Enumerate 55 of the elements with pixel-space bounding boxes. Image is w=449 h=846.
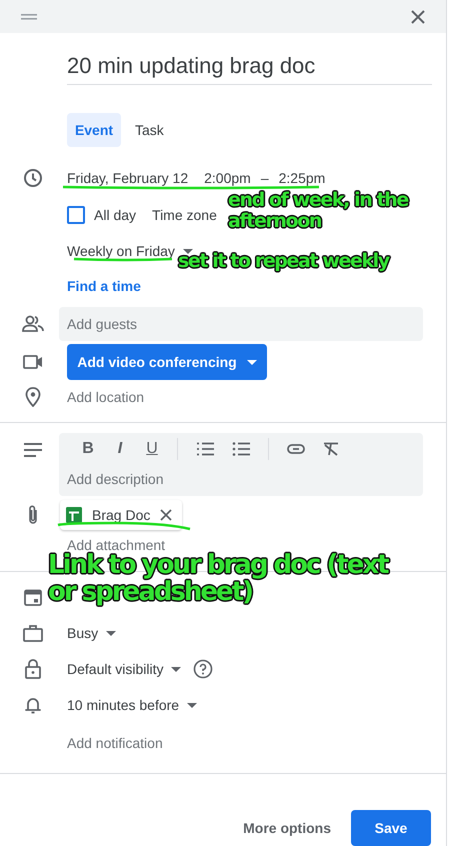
caret-icon — [182, 248, 193, 254]
people-icon — [22, 315, 44, 333]
notification-dropdown[interactable]: 10 minutes before — [67, 697, 180, 713]
clock-icon — [23, 168, 43, 188]
caret-icon — [171, 666, 182, 672]
format-button[interactable]: B — [81, 440, 95, 458]
add-attachment-link[interactable]: Add attachment — [67, 537, 166, 553]
all-day-checkbox[interactable] — [67, 206, 85, 224]
attachment-name: Brag Doc — [92, 507, 150, 523]
caret-icon — [187, 702, 198, 708]
caret-icon — [106, 630, 116, 636]
video-camera-icon — [23, 354, 43, 370]
location-field[interactable]: Add location — [67, 389, 144, 405]
close-icon[interactable] — [160, 509, 172, 521]
link-icon[interactable] — [287, 444, 305, 454]
format-button[interactable]: I — [113, 440, 127, 458]
caret-icon — [246, 360, 257, 364]
description-editor[interactable]: B I U Add description — [59, 433, 423, 496]
lock-icon — [25, 659, 41, 679]
recurrence-dropdown[interactable]: Weekly on Friday — [67, 243, 175, 259]
visibility-dropdown[interactable]: Default visibility — [67, 661, 164, 677]
calendar-icon — [24, 588, 42, 606]
format-button[interactable]: U — [145, 440, 159, 458]
tab[interactable]: Task — [121, 113, 178, 147]
attachment-chip[interactable]: Brag Doc — [60, 500, 182, 530]
title-field[interactable]: 20 min updating brag doc — [67, 53, 432, 85]
drag-handle-icon[interactable] — [21, 14, 37, 20]
bulleted-list-icon[interactable] — [232, 442, 250, 456]
video-conferencing-button[interactable]: Add video conferencing — [67, 344, 267, 380]
save-button[interactable]: Save — [351, 810, 431, 846]
close-icon[interactable] — [411, 10, 425, 24]
bell-icon — [25, 695, 41, 715]
help-icon[interactable] — [193, 659, 214, 679]
description-lines-icon — [24, 443, 42, 457]
spreadsheet-icon — [66, 507, 82, 523]
time-separator: – — [260, 170, 269, 186]
more-options-button[interactable]: More options — [233, 810, 341, 846]
add-notification-link[interactable]: Add notification — [67, 735, 163, 751]
all-day-label: All day — [94, 207, 136, 223]
end-time-button[interactable]: 2:25pm — [278, 170, 326, 186]
clear-formatting-icon[interactable] — [323, 442, 339, 456]
start-time-button[interactable]: 2:00pm — [204, 170, 251, 186]
find-a-time-link[interactable]: Find a time — [67, 278, 141, 294]
guests-field[interactable]: Add guests — [59, 307, 423, 341]
location-pin-icon — [25, 387, 41, 407]
tab[interactable]: Event — [67, 113, 121, 147]
date-button[interactable]: Friday, February 12 — [67, 170, 188, 186]
availability-dropdown[interactable]: Busy — [67, 625, 98, 641]
paperclip-icon — [27, 504, 39, 526]
briefcase-icon — [23, 624, 43, 642]
annotation-text: set it to repeat weekly — [178, 251, 389, 272]
annotation-text: Link to your brag doc (text or spreadsheet) — [48, 552, 390, 607]
annotation-text: end of week, in the afternoon — [228, 190, 410, 232]
numbered-list-icon[interactable] — [196, 442, 214, 456]
time-zone-button[interactable]: Time zone — [152, 207, 217, 223]
